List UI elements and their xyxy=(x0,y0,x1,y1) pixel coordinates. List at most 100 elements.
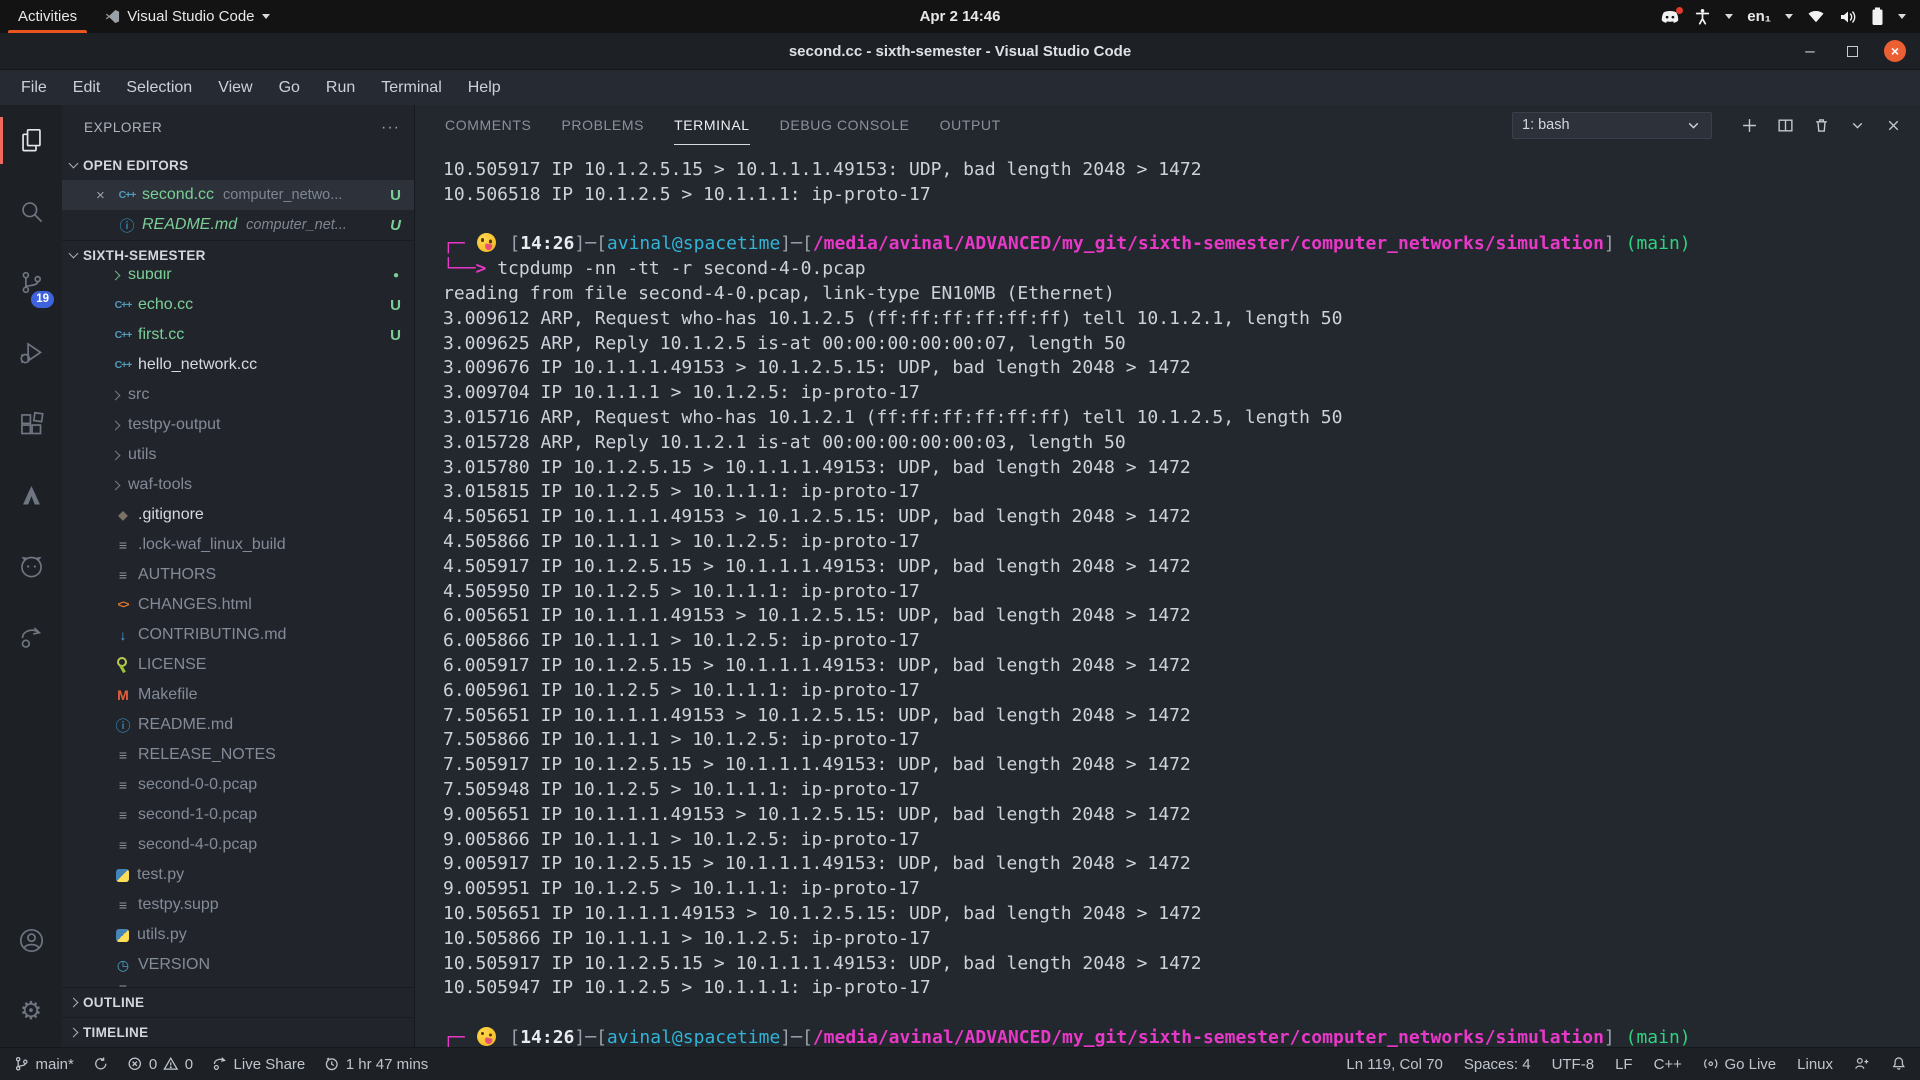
menu-item-terminal[interactable]: Terminal xyxy=(368,75,454,101)
close-button[interactable]: × xyxy=(1884,40,1906,62)
activity-account[interactable] xyxy=(0,905,62,976)
project-section-header[interactable]: SIXTH-SEMESTER xyxy=(62,240,414,270)
terminal-line xyxy=(443,208,1920,233)
tree-item-hello_network.cc[interactable]: C++hello_network.cc xyxy=(62,350,414,380)
tree-item-utils[interactable]: utils xyxy=(62,440,414,470)
live-share-item[interactable]: Live Share xyxy=(212,1056,305,1073)
tree-item-first.cc[interactable]: C++first.ccU xyxy=(62,320,414,350)
tree-item-test.py[interactable]: test.py xyxy=(62,860,414,890)
terminal-selector[interactable]: 1: bash xyxy=(1512,112,1712,139)
tree-item-utils.py[interactable]: utils.py xyxy=(62,920,414,950)
panel-tab-debug-console[interactable]: DEBUG CONSOLE xyxy=(780,105,910,145)
terminal-output[interactable]: 10.505917 IP 10.1.2.5.15 > 10.1.1.1.4915… xyxy=(415,145,1920,1047)
activity-run-debug[interactable] xyxy=(0,318,62,389)
minimize-button[interactable]: – xyxy=(1800,41,1820,61)
kill-terminal-button[interactable] xyxy=(1813,117,1830,134)
terminal-line: 7.505917 IP 10.1.2.5.15 > 10.1.1.1.49153… xyxy=(443,753,1920,778)
activity-atlassian[interactable] xyxy=(0,460,62,531)
tree-item-.lock-waf_linux_build[interactable]: ≡.lock-waf_linux_build xyxy=(62,530,414,560)
accessibility-tray-icon[interactable] xyxy=(1694,8,1711,25)
tree-item-VERSION[interactable]: ◷VERSION xyxy=(62,950,414,980)
tree-item-CONTRIBUTING.md[interactable]: ↓CONTRIBUTING.md xyxy=(62,620,414,650)
activity-github[interactable] xyxy=(0,531,62,602)
sync-button[interactable] xyxy=(93,1056,109,1072)
tree-item-CHANGES.html[interactable]: <>CHANGES.html xyxy=(62,590,414,620)
discord-tray-icon[interactable] xyxy=(1660,9,1680,25)
tree-item-LICENSE[interactable]: LICENSE xyxy=(62,650,414,680)
problems-item[interactable]: 0 0 xyxy=(127,1056,193,1073)
tree-item-second-4-0.pcap[interactable]: ≡second-4-0.pcap xyxy=(62,830,414,860)
menu-item-selection[interactable]: Selection xyxy=(113,75,205,101)
activity-extensions[interactable] xyxy=(0,389,62,460)
wifi-icon[interactable] xyxy=(1807,9,1825,24)
folder-chevron-icon xyxy=(111,480,121,490)
tree-item-.gitignore[interactable]: ◆.gitignore xyxy=(62,500,414,530)
tree-item-testpy-output[interactable]: testpy-output xyxy=(62,410,414,440)
split-terminal-button[interactable] xyxy=(1777,117,1794,134)
open-editors-header[interactable]: OPEN EDITORS xyxy=(62,150,414,180)
tree-item-label: CHANGES.html xyxy=(138,596,252,614)
eol-item[interactable]: LF xyxy=(1615,1056,1633,1073)
feedback-item[interactable] xyxy=(1854,1056,1870,1072)
tree-item-waf-tools[interactable]: waf-tools xyxy=(62,470,414,500)
panel-tab-problems[interactable]: PROBLEMS xyxy=(561,105,644,145)
volume-icon[interactable] xyxy=(1839,9,1857,25)
panel-tab-terminal[interactable]: TERMINAL xyxy=(674,105,750,145)
activity-settings[interactable]: ⚙ xyxy=(0,976,62,1047)
cursor-position-item[interactable]: Ln 119, Col 70 xyxy=(1346,1056,1442,1073)
menu-item-run[interactable]: Run xyxy=(313,75,368,101)
tree-item-label: VERSION xyxy=(138,956,210,974)
sidebar-more-actions[interactable]: ··· xyxy=(381,119,400,137)
keyboard-layout-indicator[interactable]: en₁ xyxy=(1747,8,1771,25)
accessibility-chevron-icon[interactable] xyxy=(1725,14,1733,19)
split-icon xyxy=(1777,117,1794,134)
activity-source-control[interactable]: 19 xyxy=(0,247,62,318)
os-item[interactable]: Linux xyxy=(1797,1056,1833,1073)
panel-tab-output[interactable]: OUTPUT xyxy=(940,105,1001,145)
menu-item-help[interactable]: Help xyxy=(455,75,514,101)
menu-item-view[interactable]: View xyxy=(205,75,265,101)
close-editor-icon[interactable]: × xyxy=(96,187,116,204)
system-menu-chevron-icon[interactable] xyxy=(1898,14,1906,19)
make-file-icon: M xyxy=(112,687,134,703)
menu-item-go[interactable]: Go xyxy=(266,75,313,101)
outline-section-header[interactable]: OUTLINE xyxy=(62,987,414,1017)
git-branch-item[interactable]: main* xyxy=(14,1056,74,1073)
activity-explorer[interactable] xyxy=(0,105,62,176)
maximize-panel-button[interactable] xyxy=(1849,117,1866,134)
close-panel-button[interactable] xyxy=(1885,117,1902,134)
system-tray: en₁ xyxy=(1660,0,1920,33)
activity-search[interactable] xyxy=(0,176,62,247)
keyboard-chevron-icon[interactable] xyxy=(1785,14,1793,19)
tree-item-README.md[interactable]: ⓘREADME.md xyxy=(62,710,414,740)
tree-item-second-0-0.pcap[interactable]: ≡second-0-0.pcap xyxy=(62,770,414,800)
clock[interactable]: Apr 2 14:46 xyxy=(920,8,1001,25)
restore-button[interactable] xyxy=(1842,41,1862,61)
app-menu[interactable]: Visual Studio Code xyxy=(95,0,279,33)
panel-tab-comments[interactable]: COMMENTS xyxy=(445,105,531,145)
indentation-item[interactable]: Spaces: 4 xyxy=(1464,1056,1531,1073)
tree-item-Makefile[interactable]: MMakefile xyxy=(62,680,414,710)
menu-item-file[interactable]: File xyxy=(8,75,60,101)
timeline-section-header[interactable]: TIMELINE xyxy=(62,1017,414,1047)
open-editor-second.cc[interactable]: ×C++second.cccomputer_netwo...U xyxy=(62,180,414,210)
notifications-item[interactable] xyxy=(1891,1056,1907,1072)
activities-button[interactable]: Activities xyxy=(0,0,95,33)
go-live-item[interactable]: Go Live xyxy=(1703,1056,1776,1073)
new-terminal-button[interactable] xyxy=(1741,117,1758,134)
open-editor-README.md[interactable]: ⓘREADME.mdcomputer_net...U xyxy=(62,210,414,240)
tree-item-RELEASE_NOTES[interactable]: ≡RELEASE_NOTES xyxy=(62,740,414,770)
activity-live-share[interactable] xyxy=(0,602,62,673)
tree-item-testpy.supp[interactable]: ≡testpy.supp xyxy=(62,890,414,920)
partially-visible-file-row[interactable]: ≡ xyxy=(62,980,414,987)
tree-item-AUTHORS[interactable]: ≡AUTHORS xyxy=(62,560,414,590)
tree-item-second-1-0.pcap[interactable]: ≡second-1-0.pcap xyxy=(62,800,414,830)
menu-item-edit[interactable]: Edit xyxy=(60,75,114,101)
encoding-item[interactable]: UTF-8 xyxy=(1552,1056,1595,1073)
timer-item[interactable]: 1 hr 47 mins xyxy=(324,1056,428,1073)
open-editor-name: README.md xyxy=(142,216,237,234)
language-mode-item[interactable]: C++ xyxy=(1654,1056,1682,1073)
tree-item-echo.cc[interactable]: C++echo.ccU xyxy=(62,290,414,320)
battery-icon[interactable] xyxy=(1871,7,1884,26)
tree-item-src[interactable]: src xyxy=(62,380,414,410)
